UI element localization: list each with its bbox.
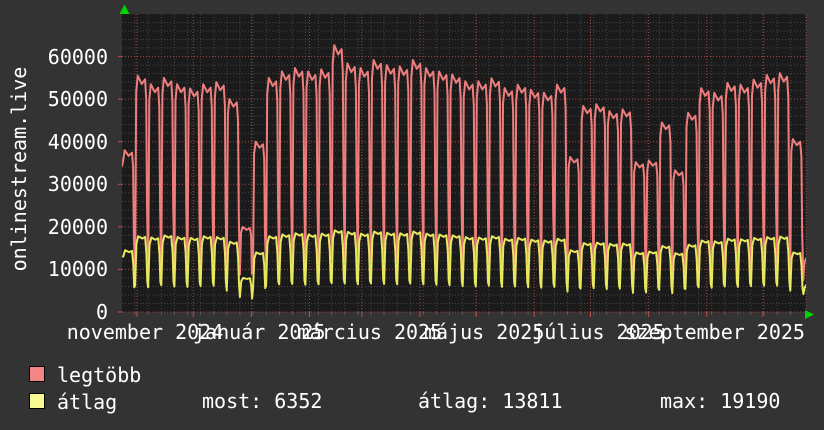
y-tick-label: 10000	[47, 257, 108, 282]
rrd-graph: onlinestream.live 0 10000 20000 30000 40000 5…	[0, 0, 824, 430]
y-tick-label: 60000	[47, 44, 108, 69]
y-tick-label: 40000	[47, 129, 108, 154]
y-tick-label: 20000	[47, 214, 108, 239]
y-axis-arrow-icon	[119, 4, 130, 14]
legend-label-legtobb: legtöbb	[57, 363, 142, 387]
x-tick-label: március 2025	[297, 320, 443, 344]
x-axis-arrow-icon	[805, 310, 814, 319]
legend-swatch-atlag	[29, 393, 45, 409]
stat-max: max: 19190	[660, 389, 781, 413]
stat-most: most: 6352	[202, 389, 323, 413]
x-tick-label: szeptember 2025	[624, 320, 805, 344]
x-tick-label: május 2025	[423, 320, 545, 344]
y-tick-label: 50000	[47, 87, 108, 112]
y-tick-label: 30000	[47, 172, 108, 197]
vertical-axis-title: onlinestream.live	[7, 66, 31, 272]
stat-tlag: átlag: 13811	[418, 389, 563, 413]
y-tick-label: 0	[95, 300, 108, 324]
legend-label-atlag: átlag	[57, 390, 118, 414]
legend-swatch-legtobb	[29, 366, 45, 382]
